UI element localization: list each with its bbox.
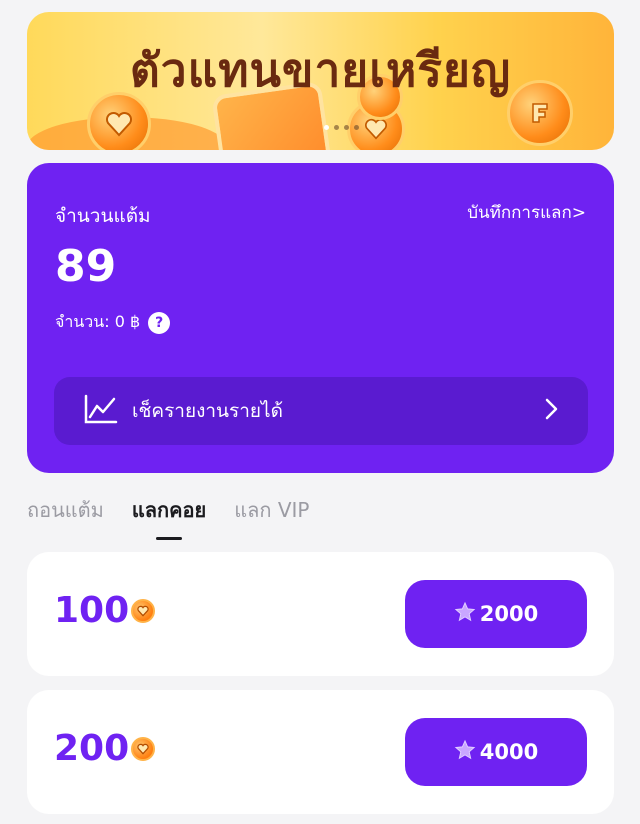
points-label: จำนวนแต้ม: [55, 205, 151, 227]
list-item: 200 4000: [27, 690, 614, 814]
exchange-tabs: ถอนแต้ม แลกคอย แลก VIP: [27, 494, 310, 540]
heart-coin-icon: [131, 736, 156, 761]
tab-withdraw-points[interactable]: ถอนแต้ม: [27, 494, 104, 526]
coin-amount: 100: [54, 590, 156, 631]
star-icon: [454, 739, 476, 765]
points-value: 89: [55, 241, 117, 292]
exchange-button[interactable]: 2000: [405, 580, 587, 648]
banner-title: ตัวแทนขายเหรียญ: [129, 43, 512, 97]
exchange-button[interactable]: 4000: [405, 718, 587, 786]
promo-banner[interactable]: ตัวแทนขายเหรียญ: [27, 12, 614, 150]
tab-exchange-vip[interactable]: แลก VIP: [234, 494, 309, 526]
list-item: 100 2000: [27, 552, 614, 676]
amount-label: จำนวน: 0 ฿: [55, 312, 141, 331]
carousel-dot[interactable]: [334, 125, 339, 130]
income-report-label: เช็ครายงานรายได้: [132, 400, 283, 422]
exchange-price: 4000: [479, 740, 539, 764]
star-icon: [454, 601, 476, 627]
chevron-right-icon: [544, 398, 558, 424]
carousel-indicator: [324, 125, 359, 130]
amount-row: จำนวน: 0 ฿ ?: [55, 310, 171, 335]
line-chart-icon: [84, 394, 118, 428]
coin-amount-value: 200: [54, 728, 130, 769]
exchange-history-link[interactable]: บันทึกการแลก>: [467, 199, 586, 226]
carousel-dot[interactable]: [324, 125, 329, 130]
points-card: จำนวนแต้ม บันทึกการแลก> 89 จำนวน: 0 ฿ ? …: [27, 163, 614, 473]
coin-amount-value: 100: [54, 590, 130, 631]
heart-coin-icon: [131, 598, 156, 623]
tab-exchange-coins[interactable]: แลกคอย: [132, 494, 206, 540]
help-icon[interactable]: ?: [148, 311, 171, 334]
carousel-dot[interactable]: [344, 125, 349, 130]
exchange-price: 2000: [479, 602, 539, 626]
coin-amount: 200: [54, 728, 156, 769]
carousel-dot[interactable]: [354, 125, 359, 130]
income-report-button[interactable]: เช็ครายงานรายได้: [54, 377, 588, 445]
